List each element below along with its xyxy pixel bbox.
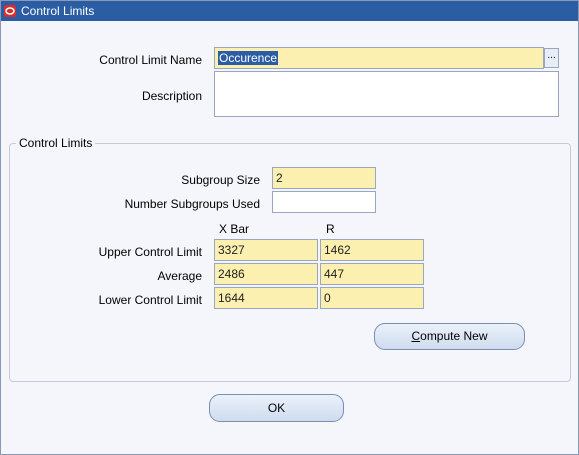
compute-new-button[interactable]: Compute New bbox=[374, 323, 525, 350]
average-label: Average bbox=[157, 269, 202, 283]
lower-r-field[interactable]: 0 bbox=[320, 287, 424, 309]
control-limit-name-label: Control Limit Name bbox=[99, 53, 202, 67]
r-column-header: R bbox=[326, 222, 335, 236]
upper-control-limit-label: Upper Control Limit bbox=[98, 245, 202, 259]
upper-xbar-field[interactable]: 3327 bbox=[214, 239, 318, 261]
average-r-field[interactable]: 447 bbox=[320, 263, 424, 285]
subgroup-size-label: Subgroup Size bbox=[181, 173, 260, 187]
subgroup-size-field[interactable]: 2 bbox=[272, 167, 376, 189]
lower-control-limit-label: Lower Control Limit bbox=[98, 293, 202, 307]
description-field[interactable] bbox=[214, 71, 559, 117]
description-label: Description bbox=[141, 89, 202, 103]
control-limits-group-title: Control Limits bbox=[16, 136, 96, 150]
ok-button[interactable]: OK bbox=[209, 394, 344, 422]
upper-r-field[interactable]: 1462 bbox=[320, 239, 424, 261]
window-title: Control Limits bbox=[21, 4, 95, 18]
oracle-icon bbox=[4, 5, 16, 17]
xbar-column-header: X Bar bbox=[219, 222, 250, 236]
lower-xbar-field[interactable]: 1644 bbox=[214, 287, 318, 309]
list-of-values-button[interactable]: ... bbox=[544, 48, 559, 68]
title-bar: Control Limits bbox=[1, 1, 578, 21]
average-xbar-field[interactable]: 2486 bbox=[214, 263, 318, 285]
number-subgroups-field[interactable] bbox=[272, 191, 376, 213]
control-limit-name-field[interactable]: Occurence bbox=[214, 47, 544, 69]
number-subgroups-label: Number Subgroups Used bbox=[124, 197, 260, 211]
control-limits-window: Control Limits Control Limit Name Occure… bbox=[0, 0, 579, 455]
